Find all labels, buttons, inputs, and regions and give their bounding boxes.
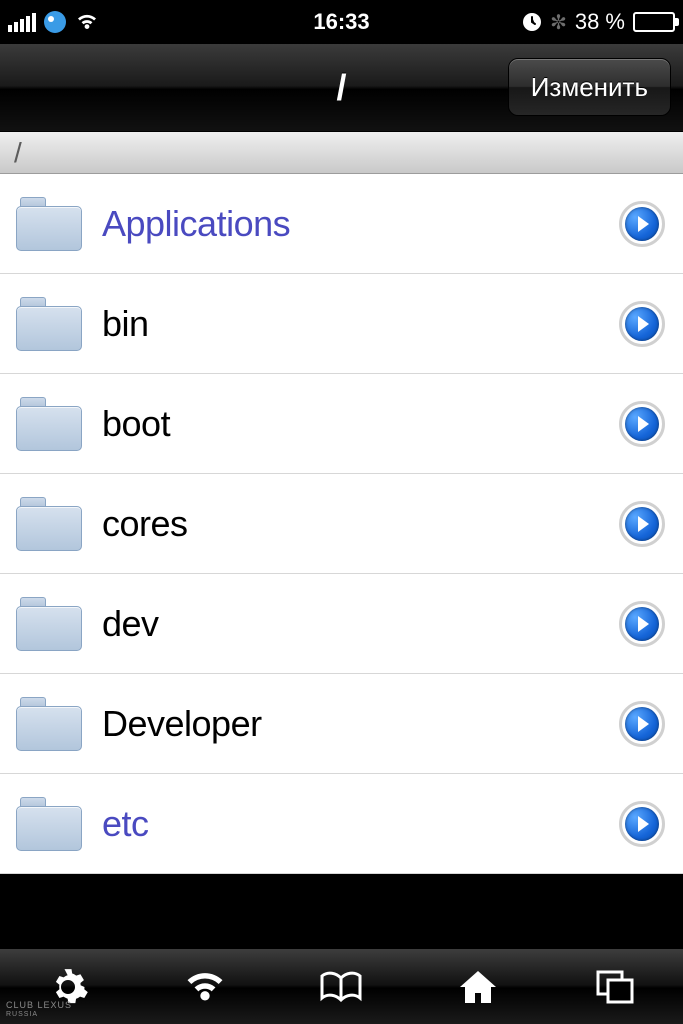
book-icon [318,968,364,1006]
path-text: / [14,137,22,169]
list-item-label: boot [102,403,170,445]
list-item[interactable]: bin [0,274,683,374]
path-bar: / [0,132,683,174]
list-item[interactable]: etc [0,774,683,874]
nav-bar: / Изменить [0,44,683,132]
bluetooth-icon: ✼ [550,10,567,35]
folder-icon [16,397,82,451]
folder-icon [16,597,82,651]
list-item-label: dev [102,603,159,645]
carrier-icon [44,11,66,33]
list-item[interactable]: dev [0,574,683,674]
list-item[interactable]: cores [0,474,683,574]
detail-disclosure-icon[interactable] [619,801,665,847]
detail-disclosure-icon[interactable] [619,701,665,747]
signal-icon [8,12,36,32]
list-item-label: etc [102,803,149,845]
windows-button[interactable] [585,957,645,1017]
list-item-label: bin [102,303,149,345]
folder-icon [16,797,82,851]
wifi-icon [181,969,229,1005]
watermark: CLUB LEXUS RUSSIA [6,1001,72,1018]
status-bar: 16:33 ✼ 38 % [0,0,683,44]
windows-icon [594,968,636,1006]
list-item[interactable]: Developer [0,674,683,774]
detail-disclosure-icon[interactable] [619,201,665,247]
battery-icon [633,12,675,32]
file-list: Applications bin boot cores dev Develope… [0,174,683,874]
edit-button[interactable]: Изменить [508,58,671,116]
home-button[interactable] [448,957,508,1017]
bookmarks-button[interactable] [311,957,371,1017]
home-icon [456,967,500,1007]
detail-disclosure-icon[interactable] [619,501,665,547]
folder-icon [16,497,82,551]
nav-title: / [336,67,346,109]
list-item[interactable]: Applications [0,174,683,274]
list-item-label: cores [102,503,188,545]
folder-icon [16,697,82,751]
list-item[interactable]: boot [0,374,683,474]
clock-icon [522,12,542,32]
detail-disclosure-icon[interactable] [619,301,665,347]
wifi-button[interactable] [175,957,235,1017]
folder-icon [16,197,82,251]
folder-icon [16,297,82,351]
bottom-toolbar: CLUB LEXUS RUSSIA [0,948,683,1024]
detail-disclosure-icon[interactable] [619,401,665,447]
list-item-label: Applications [102,203,290,245]
detail-disclosure-icon[interactable] [619,601,665,647]
battery-percent: 38 % [575,9,625,35]
wifi-icon [74,12,100,32]
list-item-label: Developer [102,703,262,745]
